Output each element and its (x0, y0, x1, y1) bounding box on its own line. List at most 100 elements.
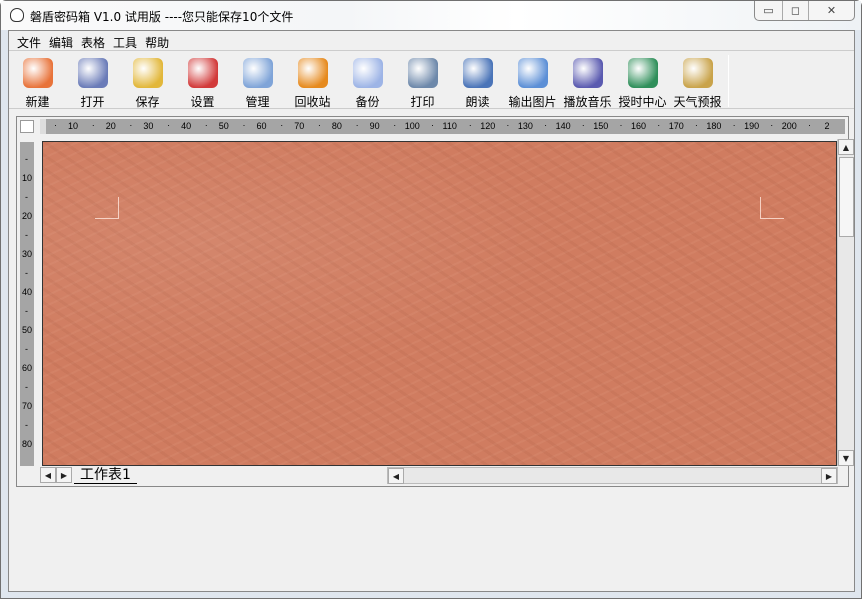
client-area: 文件 编辑 表格 工具 帮助 新建 打开 保存 设置 管理 回收站 备份 打印 朗读 输出图片 播放音乐 授时… (8, 30, 855, 592)
menu-bar: 文件 编辑 表格 工具 帮助 (9, 31, 854, 51)
ruler-tick: - (25, 420, 28, 430)
scroll-left-button[interactable]: ◀ (388, 468, 404, 484)
toolbar-button-6[interactable]: 备份 (340, 55, 395, 109)
menu-4[interactable]: 帮助 (141, 31, 173, 50)
ruler-tick: · (732, 120, 736, 130)
ruler-h-label: 30 (143, 121, 154, 131)
toolbar: 新建 打开 保存 设置 管理 回收站 备份 打印 朗读 输出图片 播放音乐 授时中心 天气预报 (9, 53, 854, 109)
ruler-h-label: 90 (369, 121, 380, 131)
horizontal-ruler: 10 · 20 · 30 · 40 · 50 · 60 · 70 · 80 · 90 · 100 · 110 · 120 · 1… (40, 119, 845, 134)
ruler-h-label: 130 (517, 121, 533, 131)
app-logo-icon (10, 8, 24, 22)
new-icon (22, 58, 53, 88)
toolbar-button-12[interactable]: 天气预报 (670, 55, 725, 109)
ruler-v-label: 10 (22, 173, 33, 183)
recycle-bin-icon (297, 58, 328, 88)
toolbar-button-5[interactable]: 回收站 (285, 55, 340, 109)
pushpin-icon (187, 58, 218, 88)
music-icon (572, 58, 603, 88)
ruler-h-label: 60 (256, 121, 267, 131)
minimize-button[interactable]: ▭ (755, 1, 782, 20)
ruler-tick: · (694, 120, 698, 130)
ruler-h-label: 80 (331, 121, 342, 131)
margin-mark-right (760, 197, 784, 219)
toolbar-label: 管理 (245, 95, 270, 109)
ruler-v-label: 60 (22, 363, 33, 373)
ruler-tick: · (544, 120, 548, 130)
toolbar-button-3[interactable]: 设置 (175, 55, 230, 109)
ruler-tick: - (25, 382, 28, 392)
toolbar-button-2[interactable]: 保存 (120, 55, 175, 109)
toolbar-button-8[interactable]: 朗读 (450, 55, 505, 109)
toolbar-button-1[interactable]: 打开 (65, 55, 120, 109)
ruler-tick: · (129, 120, 133, 130)
ruler-tick: · (91, 120, 95, 130)
ruler-h-label: 20 (105, 121, 116, 131)
ruler-tick: · (808, 120, 811, 130)
ruler-tick: - (25, 306, 28, 316)
toolbar-button-11[interactable]: 授时中心 (615, 55, 670, 109)
ruler-v-label: 70 (22, 401, 33, 411)
ruler-h-label: 40 (181, 121, 192, 131)
ruler-h-label: 190 (744, 121, 760, 131)
scroll-down-button[interactable]: ▼ (838, 450, 854, 466)
tab-prev-button[interactable]: ◀ (40, 467, 56, 483)
ruler-h-label: 160 (631, 121, 647, 131)
vertical-scrollbar[interactable]: ▲ ▼ (837, 139, 854, 466)
ruler-h-label: 110 (442, 121, 457, 131)
ruler-v-label: 80 (22, 439, 33, 449)
ruler-h-label: 180 (706, 121, 722, 131)
toolbar-separator (728, 55, 729, 107)
save-disk-icon (132, 58, 163, 88)
horizontal-scrollbar[interactable]: ◀ ▶ (387, 467, 838, 484)
margin-mark-left (95, 197, 119, 219)
scroll-up-button[interactable]: ▲ (838, 139, 854, 155)
ruler-tick: · (468, 120, 472, 130)
sheet-tab[interactable]: 工作表1 (74, 467, 137, 484)
ruler-h-label: 10 (68, 121, 79, 131)
vertical-scroll-thumb[interactable] (839, 157, 854, 237)
toolbar-button-10[interactable]: 播放音乐 (560, 55, 615, 109)
ruler-tick: · (317, 120, 321, 130)
ruler-v-label: 50 (22, 325, 33, 335)
toolbar-button-0[interactable]: 新建 (10, 55, 65, 109)
menu-1[interactable]: 编辑 (45, 31, 77, 50)
toolbar-label: 播放音乐 (563, 95, 612, 109)
toolbar-label: 输出图片 (508, 95, 557, 109)
menu-3[interactable]: 工具 (109, 31, 141, 50)
menu-0[interactable]: 文件 (13, 31, 45, 50)
ruler-h-label: 170 (668, 121, 684, 131)
toolbar-button-4[interactable]: 管理 (230, 55, 285, 109)
ruler-tick: · (167, 120, 171, 130)
menu-2[interactable]: 表格 (77, 31, 109, 50)
ruler-h-label: 200 (781, 121, 797, 131)
weather-icon (682, 58, 713, 88)
export-image-icon (517, 58, 548, 88)
toolbar-button-9[interactable]: 输出图片 (505, 55, 560, 109)
maximize-button[interactable]: ◻ (782, 1, 808, 20)
ruler-tick: · (393, 120, 397, 130)
ruler-h-label: 70 (294, 121, 305, 131)
read-aloud-icon (462, 58, 493, 88)
toolbar-label: 备份 (355, 95, 380, 109)
vertical-ruler: 10 - 20 - 30 - 40 - 50 - 60 - 70 - 80 - (20, 142, 34, 466)
ruler-tick: · (657, 120, 661, 130)
ruler-tick: · (242, 120, 246, 130)
toolbar-label: 设置 (190, 95, 215, 109)
ruler-tick: · (204, 120, 208, 130)
ruler-h-label: 50 (218, 121, 229, 131)
toolbar-button-7[interactable]: 打印 (395, 55, 450, 109)
toolbar-label: 回收站 (294, 95, 331, 109)
ruler-v-label: 20 (22, 211, 33, 221)
sheet-canvas[interactable] (42, 141, 837, 466)
ruler-tick: - (25, 154, 28, 164)
time-center-icon (627, 58, 658, 88)
spreadsheet-frame: 10 · 20 · 30 · 40 · 50 · 60 · 70 · 80 · 90 · 100 · 110 · 120 · 1… (16, 116, 854, 487)
tab-next-button[interactable]: ▶ (56, 467, 72, 483)
ruler-h-label: 120 (480, 121, 496, 131)
ruler-h-label: 100 (404, 121, 420, 131)
select-all-corner[interactable] (20, 120, 34, 133)
scroll-right-button[interactable]: ▶ (821, 468, 837, 484)
close-button[interactable]: ✕ (808, 1, 854, 20)
sheet-tab-bar: ◀ ▶ 工作表1 ◀ ▶ (40, 467, 845, 484)
